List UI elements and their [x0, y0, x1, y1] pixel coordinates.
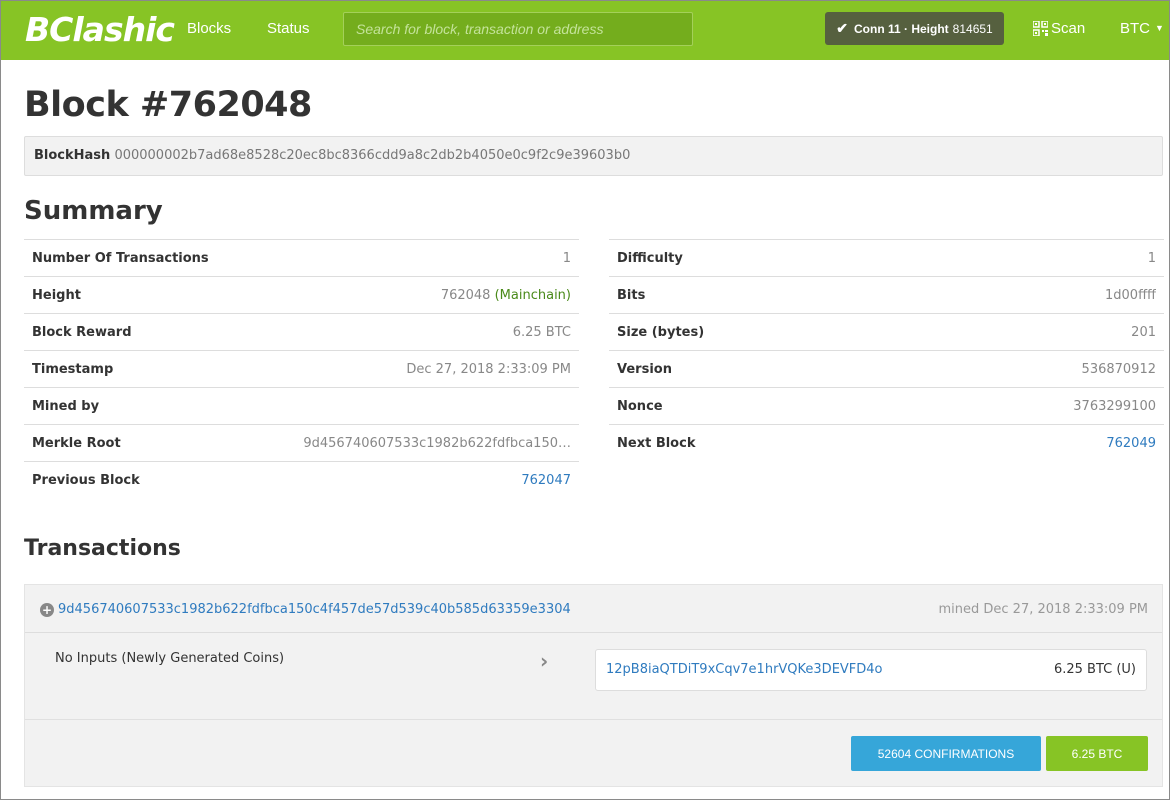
- summary-key: Difficulty: [617, 251, 683, 266]
- transactions-title: Transactions: [24, 536, 181, 561]
- transaction-output: 12pB8iaQTDiT9xCqv7e1hrVQKe3DEVFD4o 6.25 …: [595, 649, 1147, 691]
- search-input[interactable]: Search for block, transaction or address: [343, 12, 693, 46]
- summary-value: 762048 (Mainchain): [441, 288, 571, 303]
- mainchain-label: (Mainchain): [494, 288, 571, 303]
- summary-key: Mined by: [32, 399, 100, 414]
- block-hash-label: BlockHash: [34, 148, 111, 163]
- transaction-card: + 9d456740607533c1982b622fdfbca150c4f457…: [24, 584, 1163, 787]
- logo[interactable]: BClashic: [25, 7, 175, 51]
- summary-key: Height: [32, 288, 81, 303]
- caret-down-icon: ▼: [1155, 23, 1164, 33]
- summary-key: Previous Block: [32, 473, 140, 488]
- transaction-input-text: No Inputs (Newly Generated Coins): [55, 651, 285, 666]
- previous-block-link[interactable]: 762047: [521, 473, 571, 488]
- conn-label: Conn 11 · Height: [854, 21, 949, 36]
- summary-row: Nonce 3763299100: [609, 388, 1164, 425]
- summary-title: Summary: [24, 196, 163, 226]
- summary-right-table: Difficulty 1 Bits 1d00ffff Size (bytes) …: [609, 239, 1164, 462]
- summary-key: Timestamp: [32, 362, 114, 377]
- summary-key: Merkle Root: [32, 436, 121, 451]
- check-icon: ✔: [836, 20, 848, 36]
- scan-label: Scan: [1051, 20, 1086, 37]
- summary-key: Bits: [617, 288, 646, 303]
- summary-row: Timestamp Dec 27, 2018 2:33:09 PM: [24, 351, 579, 388]
- qr-code-icon: [1033, 21, 1048, 36]
- summary-row: Number Of Transactions 1: [24, 240, 579, 277]
- scan-button[interactable]: Scan: [1033, 20, 1085, 37]
- transaction-id-link[interactable]: 9d456740607533c1982b622fdfbca150c4f457de…: [58, 602, 571, 617]
- block-hash-bar: BlockHash 000000002b7ad68e8528c20ec8bc83…: [24, 136, 1163, 176]
- block-hash-value: 000000002b7ad68e8528c20ec8bc8366cdd9a8c2…: [114, 148, 631, 163]
- chevron-right-icon: ›: [540, 649, 549, 673]
- summary-left-table: Number Of Transactions 1 Height 762048 (…: [24, 239, 579, 499]
- currency-label: BTC: [1120, 20, 1150, 37]
- transaction-body: No Inputs (Newly Generated Coins) › 12pB…: [25, 634, 1162, 720]
- logo-text: BClashic: [25, 9, 175, 49]
- summary-value: 6.25 BTC: [512, 325, 571, 340]
- currency-dropdown[interactable]: BTC ▼: [1120, 20, 1164, 37]
- summary-value: Dec 27, 2018 2:33:09 PM: [406, 362, 571, 377]
- summary-row: Next Block 762049: [609, 425, 1164, 462]
- summary-value: 1d00ffff: [1105, 288, 1156, 303]
- summary-value: 1: [562, 251, 571, 266]
- page-title: Block #762048: [24, 85, 312, 125]
- next-block-link[interactable]: 762049: [1106, 436, 1156, 451]
- summary-value: 3763299100: [1073, 399, 1156, 414]
- summary-key: Number Of Transactions: [32, 251, 209, 266]
- output-address-link[interactable]: 12pB8iaQTDiT9xCqv7e1hrVQKe3DEVFD4o: [606, 662, 883, 677]
- conn-height: 814651: [952, 21, 993, 36]
- summary-row: Difficulty 1: [609, 240, 1164, 277]
- transaction-header: + 9d456740607533c1982b622fdfbca150c4f457…: [25, 585, 1162, 633]
- summary-row: Mined by: [24, 388, 579, 425]
- summary-row: Bits 1d00ffff: [609, 277, 1164, 314]
- nav-blocks-link[interactable]: Blocks: [187, 20, 231, 37]
- confirmations-button[interactable]: 52604 CONFIRMATIONS: [851, 736, 1041, 771]
- nav-status-link[interactable]: Status: [267, 20, 310, 37]
- summary-key: Block Reward: [32, 325, 132, 340]
- summary-value: 201: [1131, 325, 1156, 340]
- summary-key: Next Block: [617, 436, 696, 451]
- summary-row: Size (bytes) 201: [609, 314, 1164, 351]
- height-value: 762048: [440, 288, 491, 303]
- summary-value: 1: [1147, 251, 1156, 266]
- summary-key: Version: [617, 362, 672, 377]
- summary-row: Previous Block 762047: [24, 462, 579, 499]
- merkle-root-value: 9d456740607533c1982b622fdfbca150…: [303, 436, 571, 451]
- connection-status-badge[interactable]: ✔ Conn 11 · Height 814651: [825, 12, 1004, 45]
- navbar: BClashic Blocks Status Search for block,…: [1, 1, 1169, 60]
- output-amount: 6.25 BTC (U): [1053, 662, 1136, 677]
- transaction-mined-time: mined Dec 27, 2018 2:33:09 PM: [938, 602, 1148, 617]
- summary-row: Version 536870912: [609, 351, 1164, 388]
- summary-value: 536870912: [1081, 362, 1156, 377]
- summary-key: Size (bytes): [617, 325, 705, 340]
- summary-row: Merkle Root 9d456740607533c1982b622fdfbc…: [24, 425, 579, 462]
- expand-plus-icon[interactable]: +: [40, 603, 54, 617]
- summary-key: Nonce: [617, 399, 663, 414]
- summary-row: Height 762048 (Mainchain): [24, 277, 579, 314]
- total-amount-button[interactable]: 6.25 BTC: [1046, 736, 1148, 771]
- summary-row: Block Reward 6.25 BTC: [24, 314, 579, 351]
